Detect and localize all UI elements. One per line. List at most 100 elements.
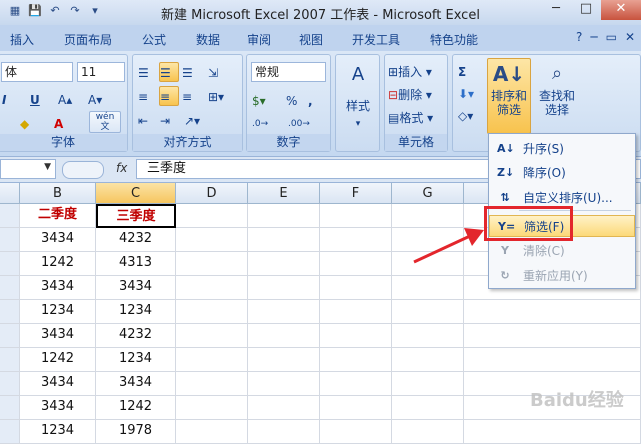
empty-cell[interactable] [392,348,464,372]
sort-filter-button[interactable]: A↓ 排序和 筛选 [487,58,531,134]
increase-decimal-icon[interactable]: .0→ [251,113,281,133]
table-cell[interactable]: 4313 [96,252,176,276]
font-size-combo[interactable]: 11 [77,62,125,82]
table-cell[interactable]: 3434 [20,372,96,396]
empty-cell[interactable] [392,396,464,420]
decrease-indent-icon[interactable]: ⇤ [137,110,157,130]
styles-dropdown-icon[interactable]: ▾ [338,113,378,133]
empty-cell[interactable] [320,276,392,300]
empty-cell[interactable] [176,276,248,300]
tab-view[interactable]: 视图 [299,31,323,48]
row-header[interactable] [0,300,20,324]
styles-icon[interactable]: A [344,61,372,89]
table-cell[interactable]: 三季度 [96,204,176,228]
table-cell[interactable]: 1234 [96,300,176,324]
empty-cell[interactable] [320,396,392,420]
empty-cell[interactable] [464,324,641,348]
empty-cell[interactable] [392,276,464,300]
empty-cell[interactable] [320,372,392,396]
column-header-e[interactable]: E [248,183,320,204]
empty-cell[interactable] [176,324,248,348]
empty-cell[interactable] [392,300,464,324]
menu-item-sort-ascending[interactable]: A↓ 升序(S) [489,138,635,160]
tab-insert[interactable]: 插入 [10,31,34,48]
table-cell[interactable]: 二季度 [20,204,96,228]
menu-item-clear[interactable]: Y 清除(C) [489,240,635,262]
corner-header[interactable] [0,183,20,204]
grow-font-icon[interactable]: A▴ [57,89,81,109]
table-cell[interactable]: 3434 [96,372,176,396]
close-button[interactable]: ✕ [601,0,641,20]
row-header[interactable] [0,228,20,252]
table-cell[interactable]: 3434 [20,324,96,348]
row-header[interactable] [0,420,20,444]
row-header[interactable] [0,324,20,348]
empty-cell[interactable] [464,300,641,324]
empty-cell[interactable] [176,372,248,396]
table-cell[interactable]: 1234 [96,348,176,372]
merge-center-icon[interactable]: ⊞▾ [207,86,237,106]
table-cell[interactable]: 3434 [20,396,96,420]
empty-cell[interactable] [320,348,392,372]
align-center-icon[interactable]: ≡ [159,86,179,106]
align-left-icon[interactable]: ≡ [137,86,157,106]
table-cell[interactable]: 1242 [96,396,176,420]
table-cell[interactable]: 1242 [20,252,96,276]
percent-button[interactable]: % [285,90,301,110]
empty-cell[interactable] [392,324,464,348]
tab-special[interactable]: 特色功能 [430,31,478,48]
align-bottom-icon[interactable]: ☰ [181,62,201,82]
column-header-b[interactable]: B [20,183,96,204]
tab-review[interactable]: 审阅 [247,31,271,48]
maximize-button[interactable]: □ [571,0,601,20]
autosum-button[interactable]: Σ [457,61,483,81]
italic-button[interactable]: I [1,89,17,109]
tab-developer[interactable]: 开发工具 [352,31,400,48]
phonetic-button[interactable]: wén 文 [89,111,121,133]
currency-icon[interactable]: $▾ [251,90,277,110]
clear-icon[interactable]: ◇▾ [457,105,483,125]
column-header-c[interactable]: C [96,183,176,204]
underline-button[interactable]: U [29,89,49,109]
table-cell[interactable]: 3434 [20,228,96,252]
empty-cell[interactable] [392,372,464,396]
empty-cell[interactable] [248,204,320,228]
empty-cell[interactable] [392,420,464,444]
tab-data[interactable]: 数据 [196,31,220,48]
empty-cell[interactable] [320,204,392,228]
empty-cell[interactable] [176,396,248,420]
shrink-font-icon[interactable]: A▾ [87,89,111,109]
comma-button[interactable]: , [307,90,323,110]
empty-cell[interactable] [248,372,320,396]
decrease-decimal-icon[interactable]: .00→ [287,113,317,133]
tab-formulas[interactable]: 公式 [142,31,166,48]
font-color-icon[interactable]: A [53,113,77,133]
increase-indent-icon[interactable]: ⇥ [159,110,179,130]
number-format-combo[interactable]: 常规 [251,62,326,82]
empty-cell[interactable] [176,300,248,324]
table-cell[interactable]: 3434 [96,276,176,300]
empty-cell[interactable] [248,348,320,372]
table-cell[interactable]: 4232 [96,324,176,348]
insert-function-button[interactable]: fx [116,161,127,175]
ribbon-minimize-icon[interactable]: ─ [590,30,597,44]
insert-cells-button[interactable]: ⊞插入 ▾ [387,61,447,81]
font-name-combo[interactable]: 体 [1,62,73,82]
empty-cell[interactable] [320,252,392,276]
row-header[interactable] [0,372,20,396]
empty-cell[interactable] [248,420,320,444]
find-select-button[interactable]: ⌕ 查找和 选择 [535,58,579,134]
empty-cell[interactable] [320,228,392,252]
fill-color-icon[interactable]: ◆ [19,113,45,133]
align-middle-icon[interactable]: ☰ [159,62,179,82]
ribbon-restore-icon[interactable]: ▭ [606,30,617,44]
empty-cell[interactable] [176,252,248,276]
delete-cells-button[interactable]: ⊟删除 ▾ [387,84,447,104]
row-header[interactable] [0,204,20,228]
empty-cell[interactable] [248,228,320,252]
wrap-text-icon[interactable]: ⇲ [207,62,227,82]
table-cell[interactable]: 1242 [20,348,96,372]
empty-cell[interactable] [320,324,392,348]
table-cell[interactable]: 1234 [20,300,96,324]
empty-cell[interactable] [176,228,248,252]
